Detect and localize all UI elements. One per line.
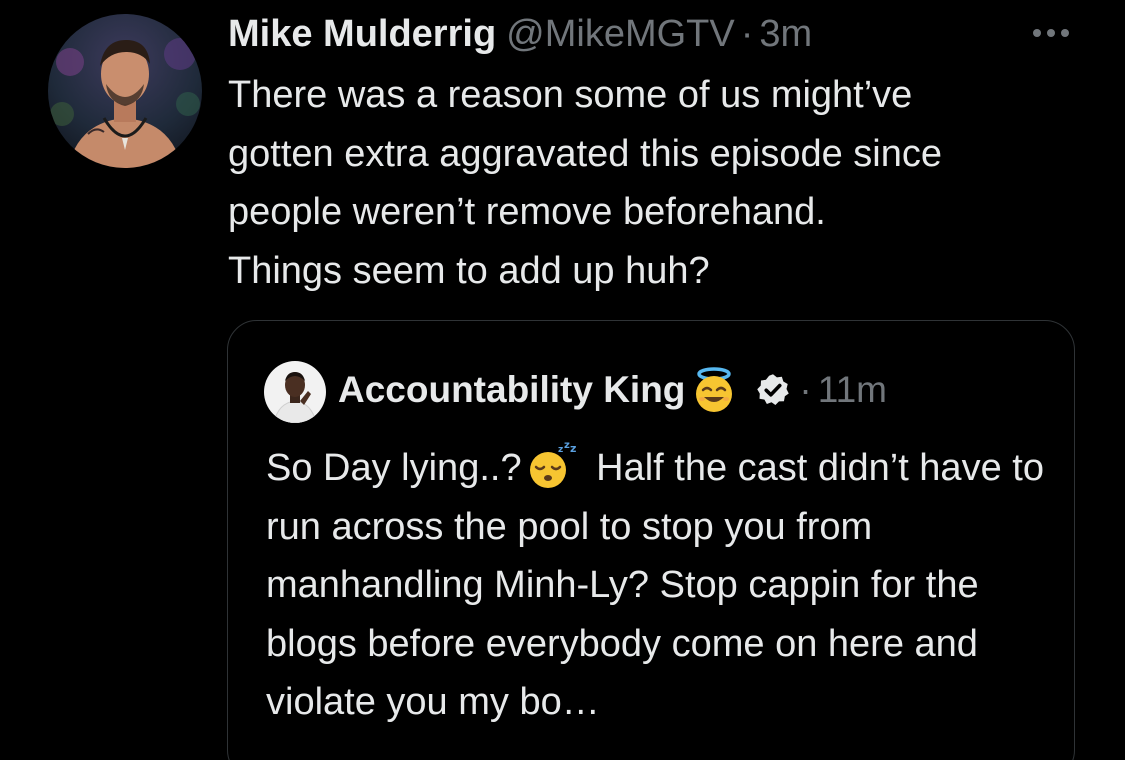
verified-badge-icon (757, 374, 790, 405)
quoted-header: Accountability King · 11m (338, 367, 887, 413)
more-options-icon[interactable] (1029, 21, 1073, 45)
separator-dot: · (799, 369, 812, 410)
author-handle[interactable]: @MikeMGTV (506, 12, 735, 56)
author-display-name[interactable]: Mike Mulderrig (228, 12, 496, 56)
tweet-text: There was a reason some of us might’ve g… (228, 74, 943, 292)
quoted-tweet[interactable]: Accountability King · 11m So Day lying..… (227, 320, 1075, 760)
quoted-avatar[interactable] (264, 361, 326, 423)
smiling-face-with-halo-icon (696, 367, 733, 412)
quoted-timestamp[interactable]: 11m (818, 369, 887, 411)
tweet-header: Mike Mulderrig @MikeMGTV · 3m (228, 12, 812, 56)
tweet-timestamp[interactable]: 3m (759, 12, 812, 56)
quoted-text: So Day lying..? z z z Half the cast didn… (266, 439, 1056, 732)
avatar[interactable] (48, 14, 202, 168)
tweet[interactable]: Mike Mulderrig @MikeMGTV · 3m There was … (0, 0, 1125, 760)
quoted-display-name[interactable]: Accountability King (338, 369, 685, 411)
sleeping-face-icon: z z z (529, 440, 576, 488)
separator-dot: · (740, 13, 754, 55)
quoted-text-part1: So Day lying..? (266, 447, 522, 489)
svg-text:z: z (570, 442, 576, 455)
svg-text:z: z (558, 445, 563, 455)
